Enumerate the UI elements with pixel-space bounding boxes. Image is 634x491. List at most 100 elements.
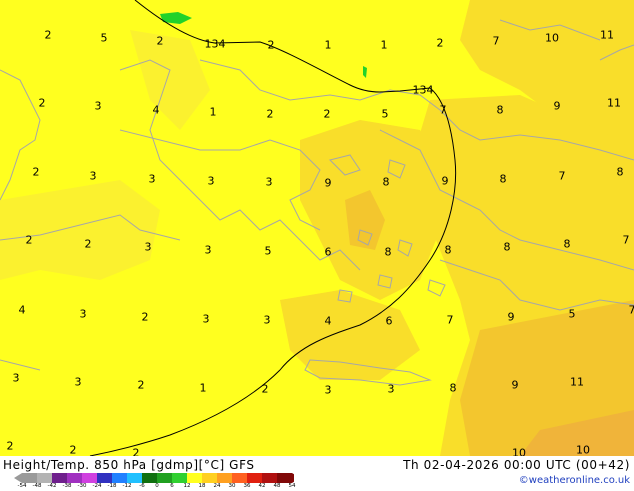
scale-label: -6 <box>139 484 144 490</box>
temperature-value: 4 <box>325 316 332 327</box>
scale-label: 12 <box>184 484 191 490</box>
scale-label: 30 <box>229 484 236 490</box>
temperature-value: 2 <box>26 235 33 246</box>
temperature-value: 7 <box>447 315 454 326</box>
chart-title: Height/Temp. 850 hPa [gdmp][°C] GFS <box>3 458 255 472</box>
temperature-value: 5 <box>569 309 576 320</box>
scale-segment <box>172 473 187 483</box>
scale-label: -48 <box>33 484 42 490</box>
scale-label: 36 <box>244 484 251 490</box>
temperature-value: 3 <box>80 309 87 320</box>
scale-label: 48 <box>274 484 281 490</box>
temperature-value: 2 <box>268 40 275 51</box>
temperature-value: 2 <box>7 441 14 452</box>
temperature-value: 10 <box>512 448 526 457</box>
scale-segment <box>157 473 172 483</box>
temperature-value: 3 <box>203 314 210 325</box>
temperature-value: 3 <box>90 171 97 182</box>
contour-label: 134 <box>205 39 226 50</box>
scale-segment <box>97 473 112 483</box>
temperature-value: 2 <box>157 36 164 47</box>
temperature-value: 11 <box>600 30 614 41</box>
scale-segment <box>142 473 157 483</box>
temperature-value: 2 <box>33 167 40 178</box>
temperature-value: 5 <box>265 246 272 257</box>
temperature-value: 3 <box>205 245 212 256</box>
scale-label: -54 <box>18 484 27 490</box>
scale-label: -38 <box>63 484 72 490</box>
temperature-value: 8 <box>617 167 624 178</box>
temperature-value: 8 <box>450 383 457 394</box>
scale-label: -12 <box>123 484 132 490</box>
temperature-value: 10 <box>576 445 590 456</box>
map-footer: Height/Temp. 850 hPa [gdmp][°C] GFS Th 0… <box>0 456 634 490</box>
scale-segment <box>22 473 37 483</box>
temperature-value: 8 <box>504 242 511 253</box>
scale-segment <box>202 473 217 483</box>
temperature-value: 3 <box>13 373 20 384</box>
temperature-value: 9 <box>512 380 519 391</box>
temperature-value: 3 <box>266 177 273 188</box>
temperature-value: 1 <box>381 40 388 51</box>
temperature-value: 6 <box>386 316 393 327</box>
scale-segment <box>127 473 142 483</box>
temperature-value: 9 <box>508 312 515 323</box>
scale-label: -18 <box>108 484 117 490</box>
scale-segment <box>247 473 262 483</box>
temperature-value: 7 <box>623 235 630 246</box>
temperature-value: 3 <box>388 384 395 395</box>
temperature-value: 2 <box>138 380 145 391</box>
scale-arrow-left <box>14 473 22 483</box>
temperature-value: 3 <box>264 315 271 326</box>
temperature-value: 2 <box>142 312 149 323</box>
scale-label: 42 <box>259 484 266 490</box>
temperature-value: 3 <box>149 174 156 185</box>
scale-label: 54 <box>289 484 296 490</box>
temperature-value: 1 <box>210 107 217 118</box>
temperature-value: 4 <box>153 105 160 116</box>
temperature-value: 2 <box>45 30 52 41</box>
scale-segment <box>112 473 127 483</box>
temperature-value: 3 <box>145 242 152 253</box>
temperature-value: 9 <box>554 101 561 112</box>
scale-segment <box>187 473 202 483</box>
temperature-value: 10 <box>545 33 559 44</box>
temperature-value: 2 <box>262 384 269 395</box>
temperature-value: 8 <box>385 247 392 258</box>
temperature-value: 8 <box>564 239 571 250</box>
scale-label: 0 <box>155 484 159 490</box>
scale-segment <box>277 473 292 483</box>
temperature-value: 2 <box>85 239 92 250</box>
temperature-value: 8 <box>445 245 452 256</box>
scale-segment <box>52 473 67 483</box>
scale-label: -30 <box>78 484 87 490</box>
temperature-value: 1 <box>200 383 207 394</box>
temperature-value: 4 <box>19 305 26 316</box>
contour-label: 134 <box>413 85 434 96</box>
valid-time: Th 02-04-2026 00:00 UTC (00+42) <box>403 458 630 472</box>
temperature-value: 7 <box>493 36 500 47</box>
temperature-value: 3 <box>95 101 102 112</box>
temperature-value: 2 <box>39 98 46 109</box>
temperature-value: 7 <box>629 305 634 316</box>
scale-segment <box>232 473 247 483</box>
temperature-value: 8 <box>497 105 504 116</box>
scale-label: 18 <box>199 484 206 490</box>
temperature-value: 11 <box>607 98 621 109</box>
scale-label: 24 <box>214 484 221 490</box>
temperature-value: 2 <box>324 109 331 120</box>
temperature-value: 8 <box>500 174 507 185</box>
weather-map: 2521342112710112341225134789112333398987… <box>0 0 634 456</box>
temperature-value: 2 <box>133 448 140 457</box>
scale-segment <box>262 473 277 483</box>
map-canvas <box>0 0 634 456</box>
temperature-value: 3 <box>208 176 215 187</box>
temperature-value: 8 <box>383 177 390 188</box>
scale-segment <box>217 473 232 483</box>
temperature-value: 5 <box>382 109 389 120</box>
temperature-value: 6 <box>325 247 332 258</box>
credit-link[interactable]: ©weatheronline.co.uk <box>519 475 630 486</box>
scale-label: -24 <box>93 484 102 490</box>
temperature-value: 11 <box>570 377 584 388</box>
temperature-value: 7 <box>559 171 566 182</box>
